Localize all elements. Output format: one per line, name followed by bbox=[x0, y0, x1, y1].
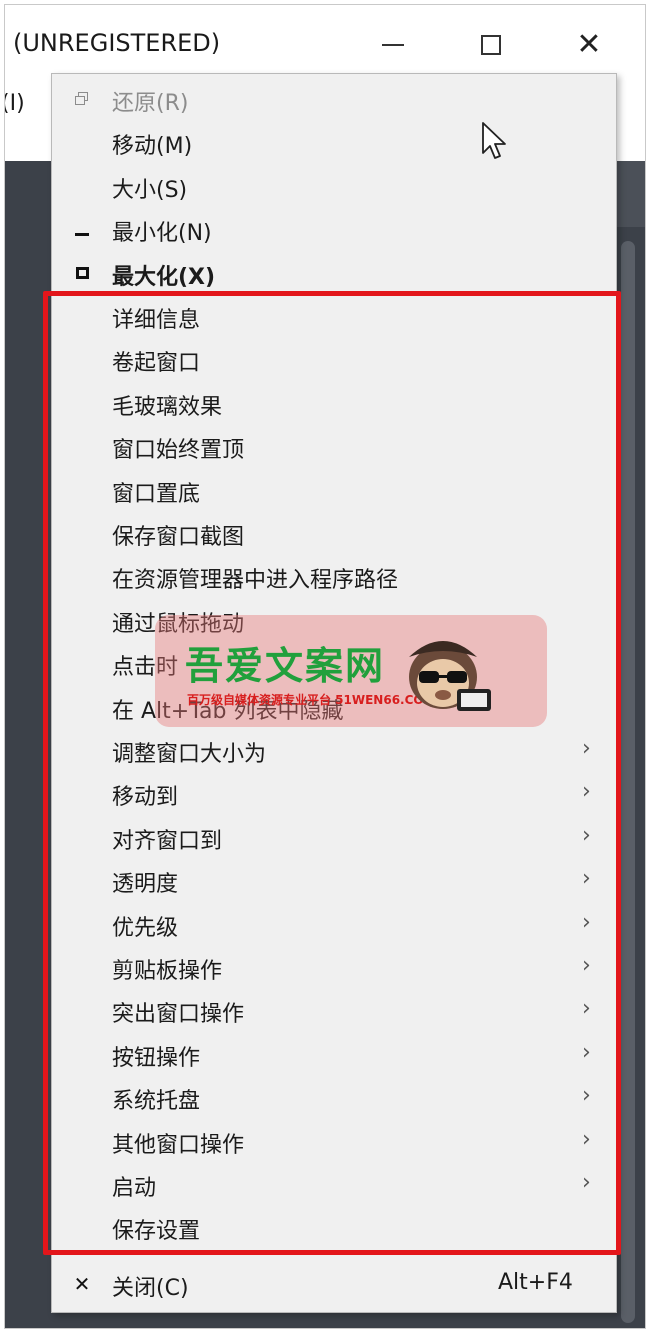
maximize-icon bbox=[70, 261, 94, 285]
minimize-icon bbox=[70, 217, 94, 241]
menu-item-label: 最小化(N) bbox=[112, 221, 212, 246]
shortcut-text: Alt+F4 bbox=[498, 1270, 573, 1295]
close-icon: ✕ bbox=[73, 1272, 91, 1296]
window-title: (UNREGISTERED) bbox=[13, 29, 221, 57]
menu-item[interactable]: 最大化(X) bbox=[52, 253, 616, 293]
close-icon: ✕ bbox=[576, 27, 602, 62]
watermark: 吾爱文案网 百万级自媒体资源专业平台 51WEN66.COM bbox=[155, 611, 547, 737]
menu-item-label: 大小(S) bbox=[112, 178, 188, 203]
scrollbar[interactable] bbox=[621, 241, 635, 1323]
minimize-icon bbox=[382, 44, 404, 46]
close-button[interactable]: ✕ bbox=[561, 23, 617, 67]
minimize-button[interactable] bbox=[365, 23, 421, 67]
screenshot-frame: (UNREGISTERED) ✕ (I) 还原(R) 移动(M) 大小(S) 最小化(… bbox=[4, 4, 646, 1329]
menu-item[interactable]: ✕ 关闭(C) Alt+F4 bbox=[52, 1264, 616, 1304]
menu-item-label: 关闭(C) bbox=[112, 1276, 189, 1301]
menu-item-label: 还原(R) bbox=[112, 91, 189, 116]
menu-item-label: 移动(M) bbox=[112, 134, 193, 159]
maximize-icon bbox=[481, 35, 501, 55]
highlight-box bbox=[43, 291, 621, 1255]
menu-item[interactable]: 大小(S) bbox=[52, 166, 616, 206]
menu-item-label: 最大化(X) bbox=[112, 265, 216, 290]
watermark-mascot-icon bbox=[409, 641, 491, 711]
menu-item[interactable]: 还原(R) bbox=[52, 79, 616, 119]
window-title-bar: (UNREGISTERED) ✕ bbox=[5, 5, 645, 79]
menu-item[interactable]: 最小化(N) bbox=[52, 209, 616, 249]
watermark-title: 吾爱文案网 bbox=[185, 644, 386, 688]
menu-item[interactable]: 移动(M) bbox=[52, 122, 616, 162]
menu-bar-item-partial[interactable]: (I) bbox=[5, 91, 25, 116]
restore-icon bbox=[70, 87, 94, 111]
mouse-cursor-icon bbox=[482, 122, 506, 159]
maximize-button[interactable] bbox=[463, 23, 519, 67]
